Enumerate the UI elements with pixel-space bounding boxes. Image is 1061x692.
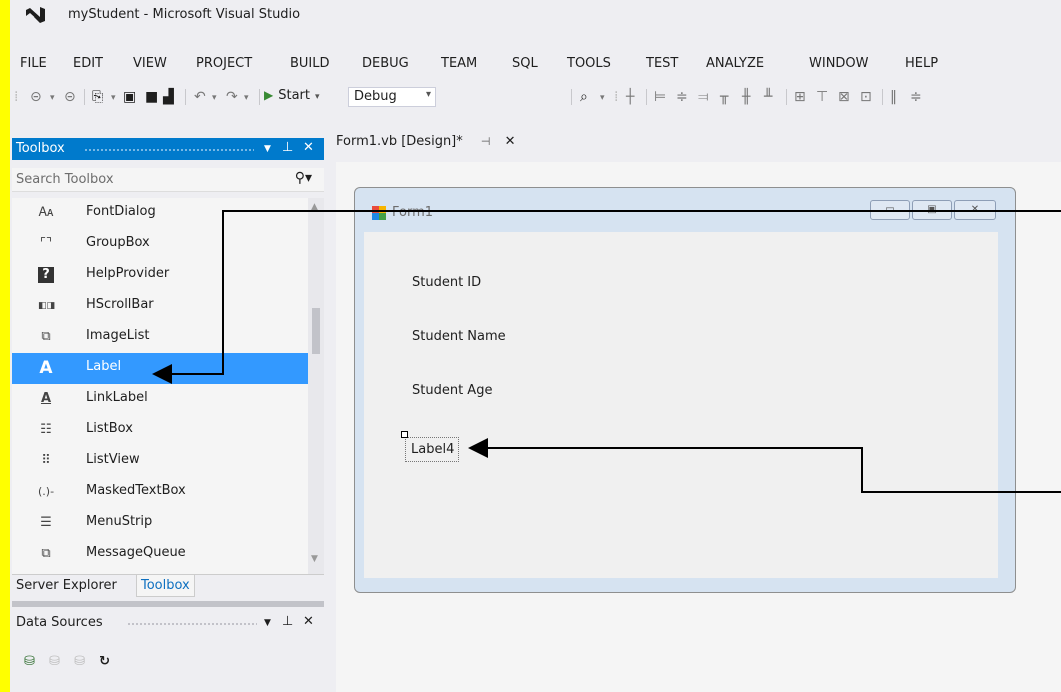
arrow-to-label4 xyxy=(468,438,1061,493)
annotation-arrows xyxy=(152,210,1061,493)
visual-studio-window: myStudent - Microsoft Visual Studio FILE… xyxy=(10,0,1061,692)
arrow-to-label-tool xyxy=(152,210,1061,384)
